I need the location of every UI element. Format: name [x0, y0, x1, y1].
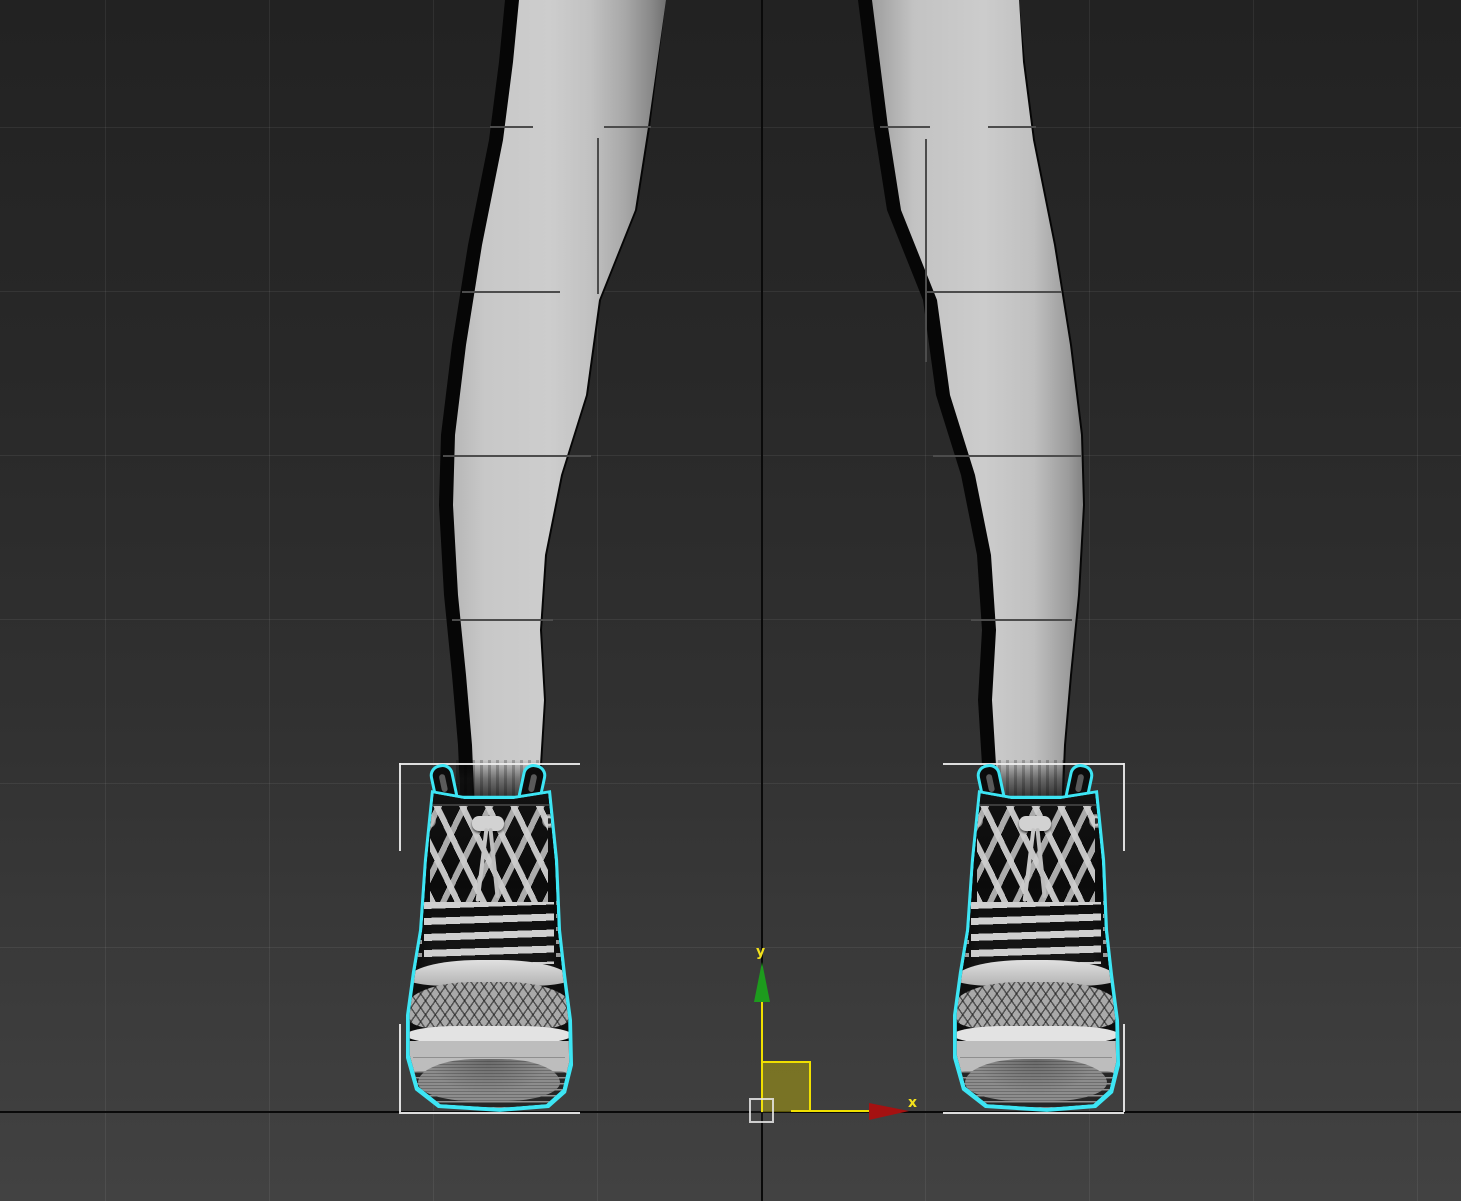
- gizmo-x-axis-line[interactable]: [791, 1110, 869, 1112]
- gizmo-pivot-box: [749, 1098, 774, 1123]
- gizmo-y-axis-label: y: [756, 945, 765, 959]
- gizmo-x-axis-label: x: [908, 1096, 917, 1110]
- gizmo-y-arrow-icon[interactable]: [754, 962, 770, 1002]
- viewport-canvas[interactable]: y x: [0, 0, 1461, 1201]
- gizmo-x-arrow-icon[interactable]: [869, 1103, 909, 1120]
- move-gizmo: y x: [0, 0, 1461, 1201]
- gizmo-y-axis-line[interactable]: [761, 1002, 763, 1112]
